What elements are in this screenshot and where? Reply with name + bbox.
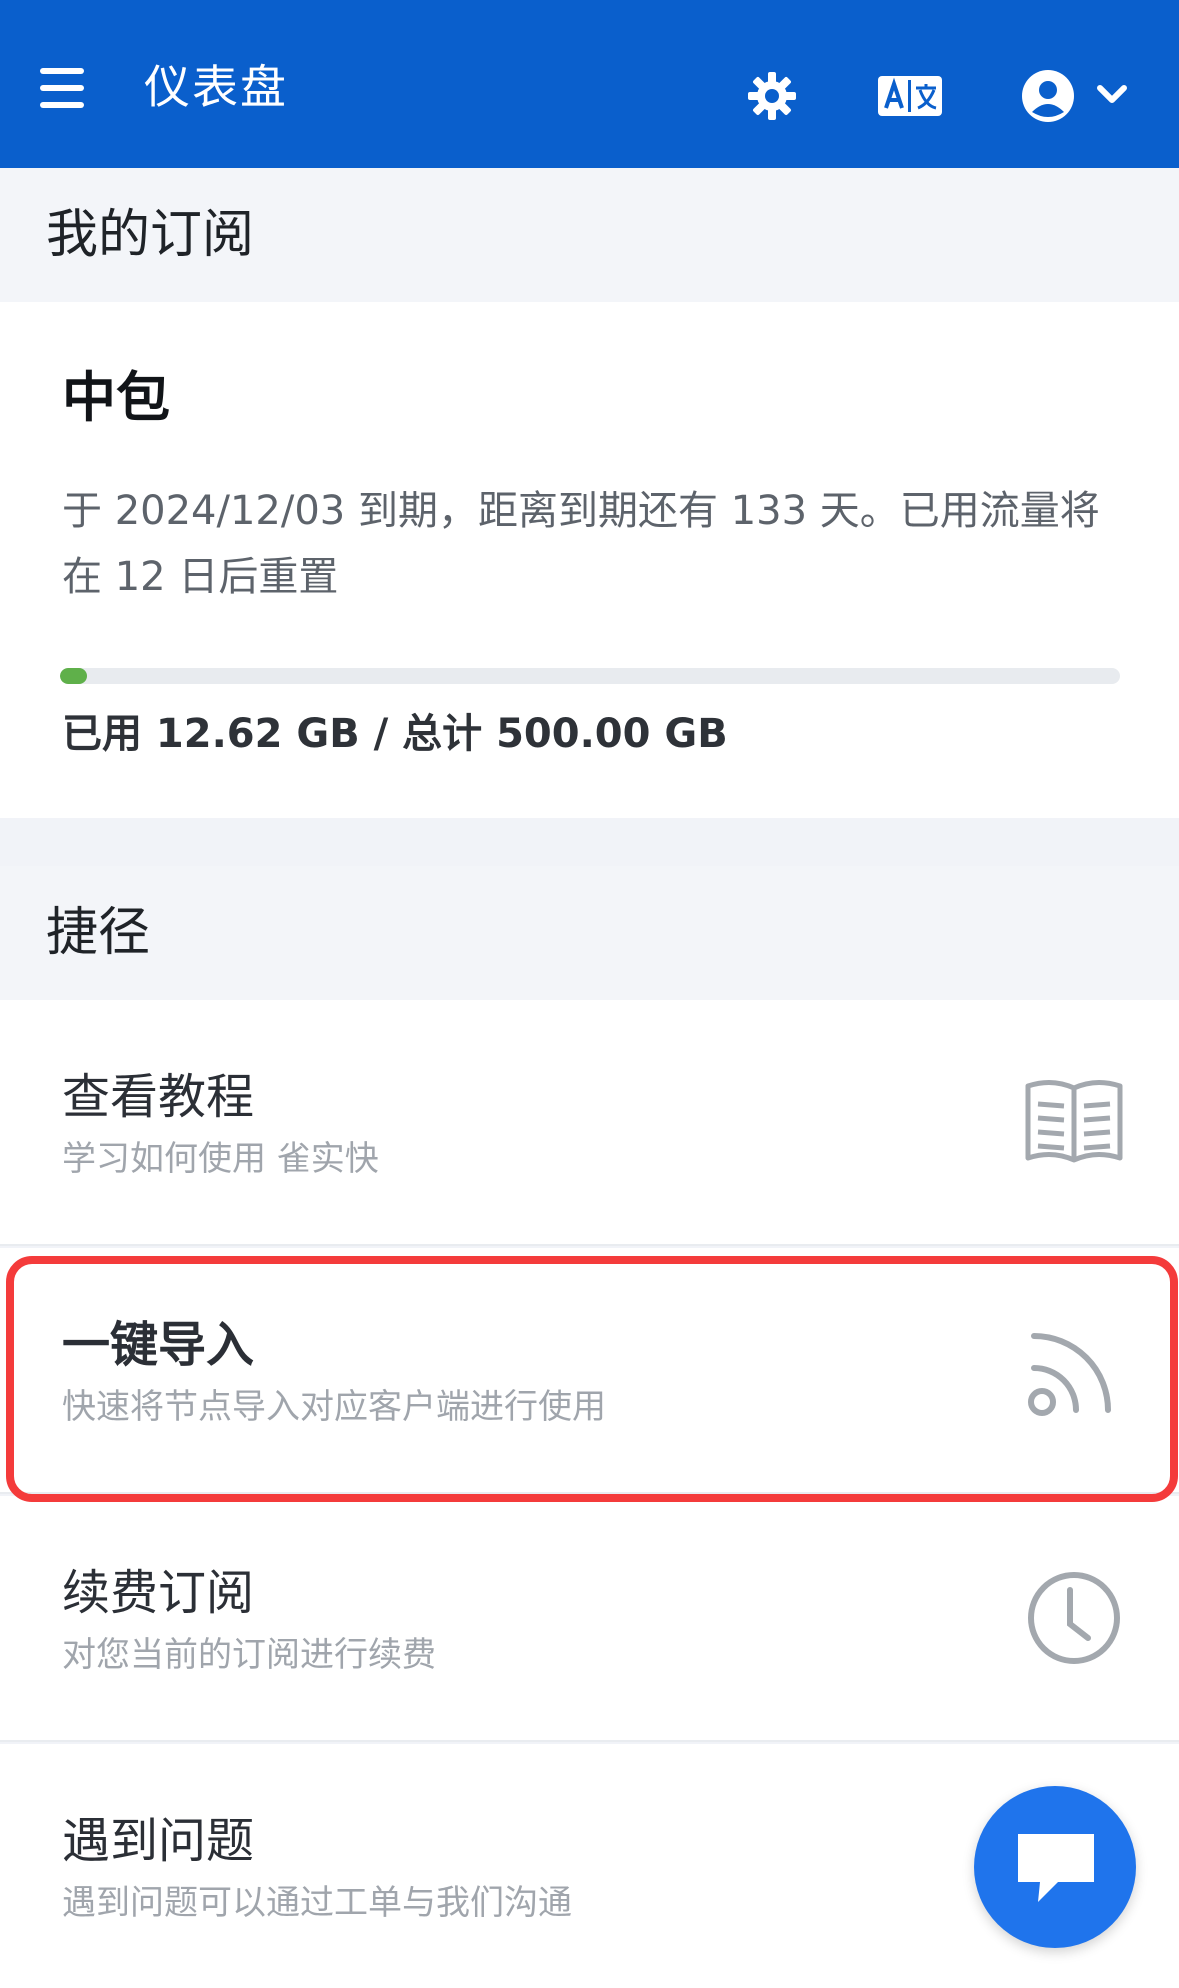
shortcut-title: 遇到问题	[62, 1813, 255, 1869]
subscription-section-header: 我的订阅	[0, 168, 1179, 302]
section-title: 捷径	[46, 903, 151, 963]
page-title: 仪表盘	[144, 60, 288, 114]
shortcut-subtitle: 快速将节点导入对应客户端进行使用	[62, 1387, 606, 1427]
usage-text: 已用 12.62 GB / 总计 500.00 GB	[62, 711, 728, 757]
usage-progress-fill	[60, 668, 87, 684]
top-app-bar: 仪表盘	[0, 0, 1179, 168]
plan-name: 中包	[62, 366, 170, 429]
hamburger-icon[interactable]	[40, 66, 92, 110]
chat-bubble-icon	[1018, 1834, 1094, 1902]
chat-button[interactable]	[974, 1786, 1136, 1948]
subscription-card: 中包 于 2024/12/03 到期，距离到期还有 133 天。已用流量将在 1…	[0, 302, 1179, 818]
rss-icon	[1028, 1333, 1111, 1416]
shortcut-title: 续费订阅	[62, 1565, 255, 1621]
shortcut-title: 查看教程	[62, 1069, 255, 1125]
shortcuts-section-header: 捷径	[0, 866, 1179, 1000]
chevron-down-icon[interactable]	[1094, 80, 1130, 110]
book-icon	[1025, 1080, 1123, 1163]
shortcut-one-click-import[interactable]: 一键导入 快速将节点导入对应客户端进行使用	[0, 1248, 1179, 1494]
shortcut-subtitle: 对您当前的订阅进行续费	[62, 1635, 436, 1675]
section-title: 我的订阅	[46, 205, 255, 265]
shortcut-renew-subscription[interactable]: 续费订阅 对您当前的订阅进行续费	[0, 1496, 1179, 1742]
shortcut-subtitle: 遇到问题可以通过工单与我们沟通	[62, 1883, 572, 1923]
translate-icon[interactable]	[878, 76, 942, 116]
usage-progress-bar	[60, 668, 1120, 684]
plan-description: 于 2024/12/03 到期，距离到期还有 133 天。已用流量将在 12 日…	[62, 488, 1100, 600]
user-circle-icon[interactable]	[1020, 68, 1076, 124]
clock-icon	[1028, 1572, 1120, 1664]
shortcut-title: 一键导入	[62, 1317, 255, 1373]
shortcut-subtitle: 学习如何使用 雀实快	[62, 1139, 379, 1179]
shortcut-view-tutorial[interactable]: 查看教程 学习如何使用 雀实快	[0, 1000, 1179, 1246]
gear-icon[interactable]	[744, 68, 800, 124]
